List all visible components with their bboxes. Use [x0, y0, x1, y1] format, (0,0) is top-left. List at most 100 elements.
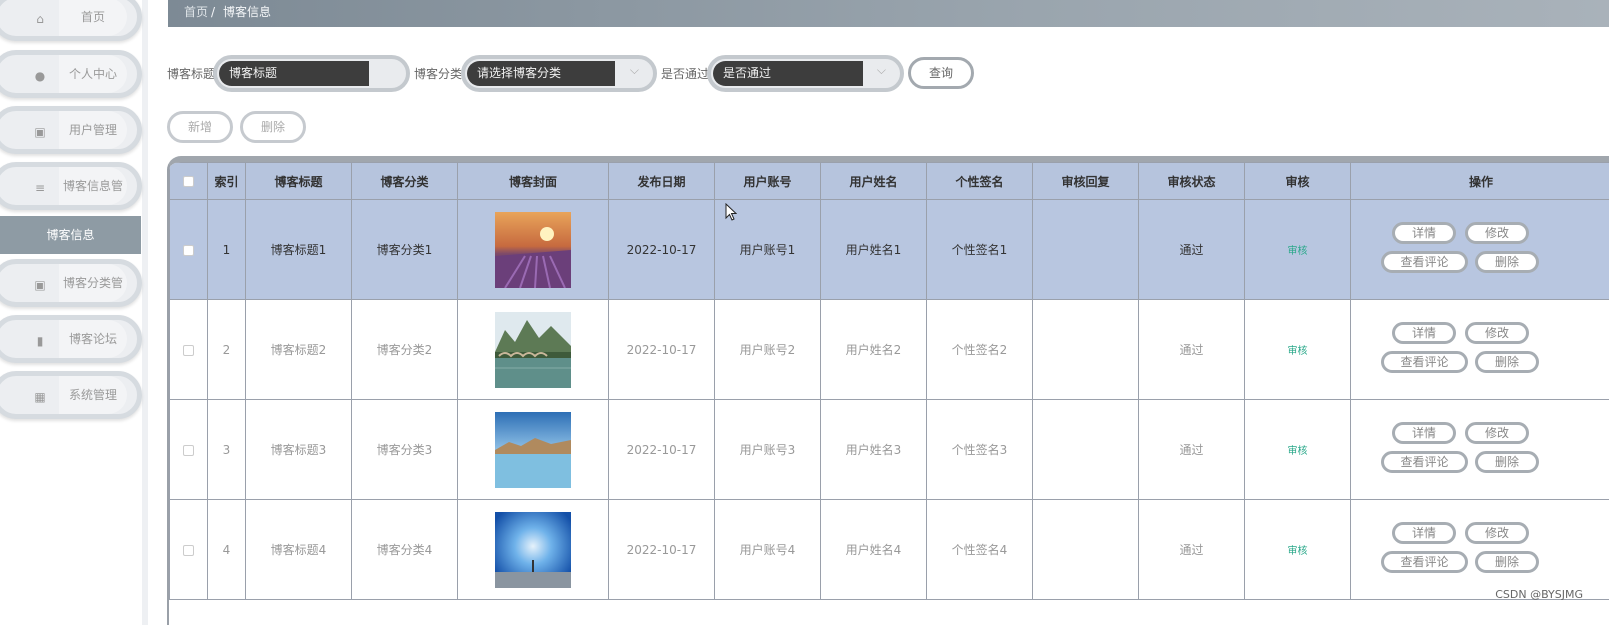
row-select-cell[interactable] — [169, 499, 208, 600]
detail-button[interactable]: 详情 — [1392, 521, 1456, 544]
pass-select-label: 是否通过 — [661, 67, 710, 81]
audit-link[interactable]: 审核 — [1288, 446, 1308, 457]
mouse-cursor-icon — [725, 203, 737, 221]
category-select-placeholder: 请选择博客分类 — [467, 61, 615, 86]
view-comments-button[interactable]: 查看评论 — [1381, 550, 1468, 573]
row-select-cell[interactable] — [169, 299, 208, 400]
add-button[interactable]: 新增 — [167, 111, 233, 143]
delete-button[interactable]: 删除 — [1475, 350, 1539, 373]
blog-table: 索引 博客标题 博客分类 博客封面 发布日期 用户账号 用户姓名 个性签名 审核… — [167, 156, 1609, 625]
row-checkbox[interactable] — [183, 444, 194, 456]
batch-delete-button[interactable]: 删除 — [240, 111, 306, 143]
edit-button[interactable]: 修改 — [1465, 521, 1529, 544]
account-cell: 用户账号2 — [714, 299, 821, 400]
view-comments-button[interactable]: 查看评论 — [1381, 250, 1468, 273]
delete-button[interactable]: 删除 — [1475, 550, 1539, 573]
audit-link[interactable]: 审核 — [1288, 246, 1308, 257]
sidebar-item-blog-forum[interactable]: ▮ 博客论坛 — [0, 315, 142, 363]
table-row[interactable]: 2 博客标题2 博客分类2 2022-10-17 用户账号2 用户姓名2 个性签… — [169, 299, 1609, 400]
category-select-label: 博客分类 — [414, 67, 463, 81]
watermark: CSDN @BYSJMG — [1495, 588, 1583, 601]
cover-cell — [457, 199, 609, 300]
column-header: 博客分类 — [351, 162, 458, 200]
name-cell: 用户姓名3 — [820, 399, 927, 500]
sidebar-item-blog-category-management[interactable]: ▣ 博客分类管理 — [0, 259, 142, 328]
reply-cell — [1032, 299, 1139, 400]
audit-cell: 审核 — [1244, 299, 1351, 400]
category-select[interactable]: 请选择博客分类 ⌵ — [461, 55, 657, 92]
account-cell: 用户账号4 — [714, 499, 821, 600]
sidebar-item-system-management[interactable]: ▦ 系统管理 — [0, 371, 142, 419]
query-button[interactable]: 查询 — [908, 57, 974, 89]
title-search-label: 博客标题 — [167, 67, 216, 81]
table-row[interactable]: 3 博客标题3 博客分类3 2022-10-17 用户账号3 用户姓名3 个性签… — [169, 399, 1609, 500]
row-checkbox[interactable] — [183, 544, 194, 556]
edit-button[interactable]: 修改 — [1465, 321, 1529, 344]
index-cell: 3 — [207, 399, 246, 500]
audit-link[interactable]: 审核 — [1288, 346, 1308, 357]
sidebar-item-home[interactable]: ⌂ 首页 — [0, 0, 142, 41]
category-cell: 博客分类1 — [351, 199, 458, 300]
audit-cell: 审核 — [1244, 199, 1351, 300]
pass-select[interactable]: 是否通过 ⌵ — [707, 55, 904, 92]
status-cell: 通过 — [1138, 199, 1245, 300]
breadcrumb-home[interactable]: 首页 — [184, 0, 208, 25]
view-comments-button[interactable]: 查看评论 — [1381, 350, 1468, 373]
column-header: 发布日期 — [608, 162, 715, 200]
sidebar-item-label: 博客分类管理 — [59, 264, 127, 328]
select-all-cell[interactable] — [169, 162, 208, 200]
view-comments-button[interactable]: 查看评论 — [1381, 450, 1468, 473]
detail-button[interactable]: 详情 — [1392, 421, 1456, 444]
row-checkbox[interactable] — [183, 344, 194, 356]
sidebar-item-label: 首页 — [59, 0, 127, 36]
row-select-cell[interactable] — [169, 199, 208, 300]
index-cell: 1 — [207, 199, 246, 300]
row-checkbox[interactable] — [183, 244, 194, 256]
book-icon: ▮ — [36, 334, 44, 348]
cover-cell — [457, 299, 609, 400]
delete-button[interactable]: 删除 — [1475, 450, 1539, 473]
clipboard-check-icon: ▣ — [34, 278, 46, 292]
category-cell: 博客分类2 — [351, 299, 458, 400]
status-cell: 通过 — [1138, 499, 1245, 600]
table-row[interactable]: 1 博客标题1 博客分类1 2022-10-17 用户账号1 用户姓名1 个性签… — [169, 199, 1609, 300]
column-header: 个性签名 — [926, 162, 1033, 200]
date-cell: 2022-10-17 — [608, 399, 715, 500]
edit-button[interactable]: 修改 — [1465, 421, 1529, 444]
ops-cell: 详情 修改 查看评论 删除 — [1350, 299, 1609, 400]
ops-cell: 详情 修改 查看评论 删除 — [1350, 399, 1609, 500]
cover-image-mountain-lake — [495, 411, 571, 488]
column-header: 用户账号 — [714, 162, 821, 200]
column-header: 博客封面 — [457, 162, 609, 200]
audit-link[interactable]: 审核 — [1288, 546, 1308, 557]
account-cell: 用户账号3 — [714, 399, 821, 500]
signature-cell: 个性签名3 — [926, 399, 1033, 500]
title-cell: 博客标题1 — [245, 199, 352, 300]
clipboard-icon: ▣ — [34, 125, 46, 139]
detail-button[interactable]: 详情 — [1392, 221, 1456, 244]
column-header: 审核状态 — [1138, 162, 1245, 200]
sidebar-item-label: 系统管理 — [59, 376, 127, 414]
date-cell: 2022-10-17 — [608, 299, 715, 400]
title-cell: 博客标题2 — [245, 299, 352, 400]
sidebar-item-personal-center[interactable]: ● 个人中心 — [0, 50, 142, 98]
index-cell: 4 — [207, 499, 246, 600]
index-cell: 2 — [207, 299, 246, 400]
sidebar-item-blog-info-management[interactable]: ≡ 博客信息管理 — [0, 162, 142, 231]
edit-button[interactable]: 修改 — [1465, 221, 1529, 244]
name-cell: 用户姓名4 — [820, 499, 927, 600]
reply-cell — [1032, 399, 1139, 500]
sidebar-item-user-management[interactable]: ▣ 用户管理 — [0, 106, 142, 154]
row-select-cell[interactable] — [169, 399, 208, 500]
column-header: 操作 — [1350, 162, 1609, 200]
title-search-input[interactable]: 博客标题 — [213, 55, 410, 92]
delete-button[interactable]: 删除 — [1475, 250, 1539, 273]
name-cell: 用户姓名1 — [820, 199, 927, 300]
detail-button[interactable]: 详情 — [1392, 321, 1456, 344]
audit-cell: 审核 — [1244, 399, 1351, 500]
select-all-checkbox[interactable] — [183, 176, 194, 187]
table-row[interactable]: 4 博客标题4 博客分类4 2022-10-17 用户账号4 用户姓名4 个性签… — [169, 499, 1609, 600]
sidebar-subitem-blog-info[interactable]: 博客信息 — [0, 216, 141, 254]
name-cell: 用户姓名2 — [820, 299, 927, 400]
grid-icon: ▦ — [34, 390, 46, 404]
